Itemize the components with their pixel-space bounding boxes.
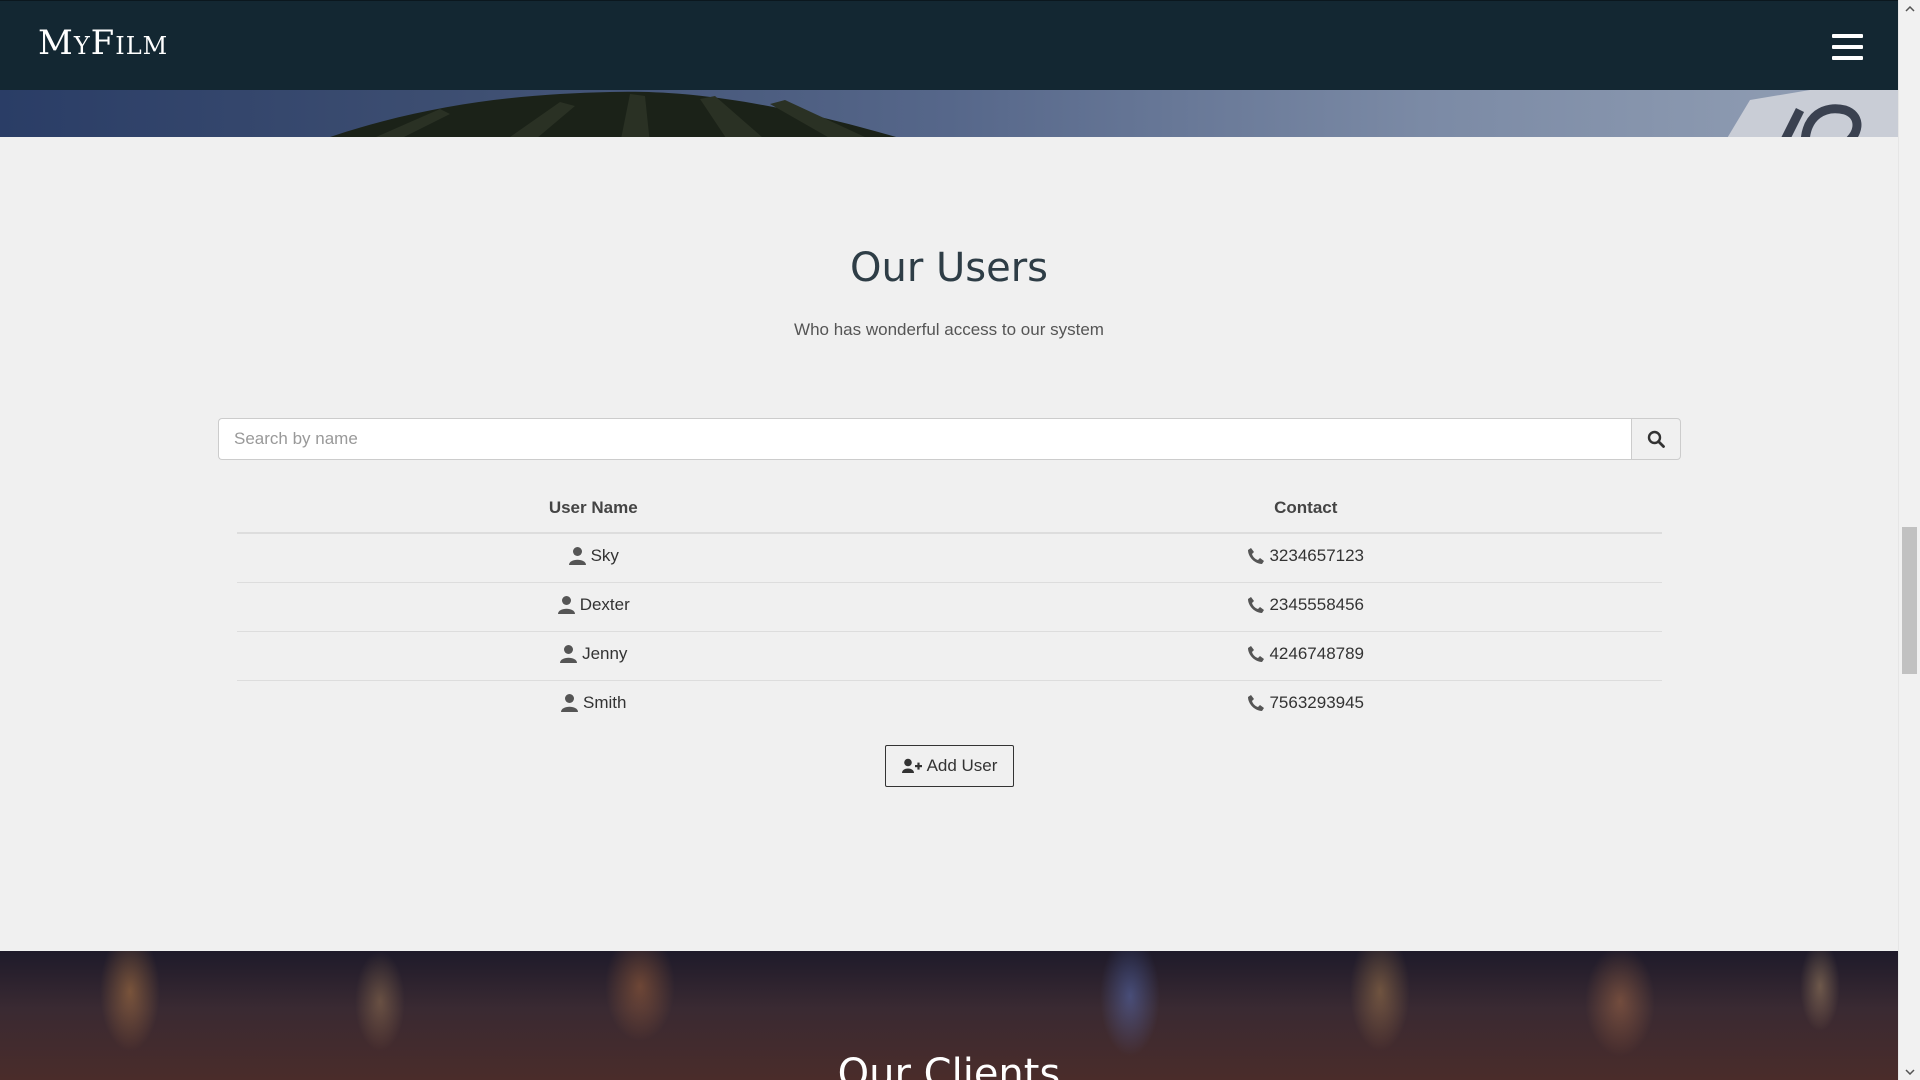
table-row: Jenny 4246748789 <box>237 631 1662 681</box>
user-icon <box>557 596 575 615</box>
user-name-cell: Jenny <box>237 631 950 681</box>
user-name: Smith <box>583 692 627 712</box>
sign-image <box>1727 90 1898 137</box>
brand-logo[interactable]: MyFilm <box>38 23 168 63</box>
table-row: Dexter 2345558456 <box>237 582 1662 632</box>
add-user-button[interactable]: Add User <box>885 745 1014 787</box>
search-input[interactable] <box>218 418 1632 460</box>
users-section-subtitle: Who has wonderful access to our system <box>794 320 1104 339</box>
user-name-cell: Dexter <box>237 582 950 632</box>
contact-cell: 7563293945 <box>949 680 1662 729</box>
contact-number: 4246748789 <box>1269 644 1365 663</box>
user-plus-icon <box>901 758 922 773</box>
table-row: Smith 7563293945 <box>237 680 1662 729</box>
header-user-name: User Name <box>237 484 950 534</box>
contact-number: 3234657123 <box>1269 546 1365 565</box>
phone-icon <box>1248 695 1265 711</box>
user-name-cell: Smith <box>237 680 950 729</box>
user-icon <box>560 645 578 664</box>
table-header-row: User Name Contact <box>237 484 1662 534</box>
phone-icon <box>1248 597 1265 613</box>
contact-cell: 3234657123 <box>950 533 1663 583</box>
contact-cell: 4246748789 <box>949 631 1662 681</box>
user-name-cell: Sky <box>237 533 950 583</box>
search-icon <box>1647 430 1665 448</box>
contact-number: 7563293945 <box>1269 693 1365 712</box>
scrollbar-thumb[interactable] <box>1902 527 1917 674</box>
user-name: Sky <box>590 545 619 565</box>
page-scrollbar[interactable] <box>1898 0 1920 1080</box>
user-icon <box>568 547 586 566</box>
add-user-label: Add User <box>926 756 998 775</box>
scroll-up-arrow-icon[interactable] <box>1899 0 1920 17</box>
phone-icon <box>1248 548 1265 564</box>
clients-section: Our Clients <box>0 951 1898 1080</box>
search-button[interactable] <box>1631 418 1681 460</box>
header-contact: Contact <box>949 484 1662 534</box>
top-navbar: MyFilm <box>0 0 1898 90</box>
hamburger-menu-icon[interactable] <box>1832 34 1863 60</box>
clients-section-title: Our Clients <box>837 1051 1061 1080</box>
users-table: User Name Contact Sky 3234657123 Dexter … <box>237 484 1662 729</box>
user-name: Dexter <box>579 594 630 614</box>
users-section-title: Our Users <box>849 245 1048 291</box>
phone-icon <box>1248 646 1265 662</box>
user-icon <box>561 694 579 713</box>
table-row: Sky 3234657123 <box>237 533 1662 583</box>
contact-cell: 2345558456 <box>949 582 1662 632</box>
user-name: Jenny <box>582 643 628 663</box>
palm-tree-image <box>330 91 897 137</box>
search-bar <box>218 418 1681 460</box>
hero-image-strip <box>0 90 1898 137</box>
scroll-down-arrow-icon[interactable] <box>1899 1063 1920 1080</box>
contact-number: 2345558456 <box>1269 595 1365 614</box>
